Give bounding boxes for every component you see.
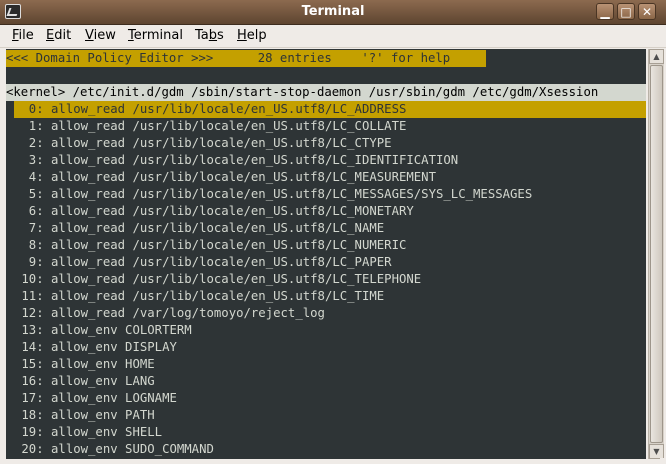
scrollbar-thumb[interactable]: [650, 65, 663, 443]
scroll-down-arrow-icon[interactable]: ▼: [649, 444, 664, 459]
policy-entry[interactable]: 4: allow_read /usr/lib/locale/en_US.utf8…: [14, 169, 646, 186]
menu-label-post: erminal: [133, 28, 183, 43]
policy-entry[interactable]: 1: allow_read /usr/lib/locale/en_US.utf8…: [14, 118, 646, 135]
policy-entry[interactable]: 12: allow_read /var/log/tomoyo/reject_lo…: [14, 305, 646, 322]
menu-file[interactable]: File: [12, 28, 34, 43]
policy-entry[interactable]: 10: allow_read /usr/lib/locale/en_US.utf…: [14, 271, 646, 288]
menu-mnemonic: H: [237, 28, 247, 43]
menu-mnemonic: E: [46, 28, 55, 43]
policy-entry-selected[interactable]: 0: allow_read /usr/lib/locale/en_US.utf8…: [14, 101, 646, 118]
policy-entry[interactable]: 11: allow_read /usr/lib/locale/en_US.utf…: [14, 288, 646, 305]
menu-label-pre: Ta: [195, 28, 209, 43]
terminal-screen[interactable]: <<< Domain Policy Editor >>> 28 entries …: [6, 49, 646, 459]
policy-entry[interactable]: 7: allow_read /usr/lib/locale/en_US.utf8…: [14, 220, 646, 237]
title-bar[interactable]: Terminal ▁ □ ✕: [0, 0, 666, 25]
menu-terminal[interactable]: Terminal: [128, 28, 183, 43]
policy-entry[interactable]: 19: allow_env SHELL: [14, 424, 646, 441]
scroll-up-arrow-icon[interactable]: ▲: [649, 49, 664, 64]
vertical-scrollbar[interactable]: ▲ ▼: [648, 49, 664, 459]
policy-entry[interactable]: 6: allow_read /usr/lib/locale/en_US.utf8…: [14, 203, 646, 220]
terminal-window: Terminal ▁ □ ✕ File Edit View Terminal T…: [0, 0, 666, 464]
policy-entry[interactable]: 9: allow_read /usr/lib/locale/en_US.utf8…: [14, 254, 646, 271]
menu-label-post: elp: [246, 28, 267, 43]
policy-entry[interactable]: 14: allow_env DISPLAY: [14, 339, 646, 356]
policy-entry[interactable]: 5: allow_read /usr/lib/locale/en_US.utf8…: [14, 186, 646, 203]
editor-header: <<< Domain Policy Editor >>> 28 entries …: [6, 50, 486, 67]
menu-label-post: s: [217, 28, 224, 43]
minimize-button[interactable]: ▁: [596, 3, 614, 20]
menu-label-post: iew: [93, 28, 116, 43]
policy-entry[interactable]: 2: allow_read /usr/lib/locale/en_US.utf8…: [14, 135, 646, 152]
resize-grip[interactable]: [660, 458, 666, 464]
menu-label-post: dit: [54, 28, 72, 43]
policy-entry[interactable]: 17: allow_env LOGNAME: [14, 390, 646, 407]
policy-entry[interactable]: 15: allow_env HOME: [14, 356, 646, 373]
menu-view[interactable]: View: [85, 28, 116, 43]
policy-entry[interactable]: 18: allow_env PATH: [14, 407, 646, 424]
policy-entry[interactable]: 20: allow_env SUDO_COMMAND: [14, 441, 646, 458]
menu-help[interactable]: Help: [237, 28, 267, 43]
policy-entry[interactable]: 3: allow_read /usr/lib/locale/en_US.utf8…: [14, 152, 646, 169]
menu-label-post: ile: [18, 28, 34, 43]
menu-mnemonic: b: [208, 28, 218, 43]
menu-mnemonic: V: [85, 28, 94, 43]
maximize-button[interactable]: □: [617, 3, 635, 20]
close-button[interactable]: ✕: [638, 3, 656, 20]
domain-line: <kernel> /etc/init.d/gdm /sbin/start-sto…: [6, 84, 646, 101]
policy-entry[interactable]: 16: allow_env LANG: [14, 373, 646, 390]
policy-entry[interactable]: 8: allow_read /usr/lib/locale/en_US.utf8…: [14, 237, 646, 254]
policy-entry[interactable]: 13: allow_env COLORTERM: [14, 322, 646, 339]
window-title: Terminal: [301, 4, 365, 19]
menu-bar: File Edit View Terminal Tabs Help: [0, 25, 666, 48]
menu-edit[interactable]: Edit: [46, 28, 71, 43]
menu-tabs[interactable]: Tabs: [195, 28, 224, 43]
